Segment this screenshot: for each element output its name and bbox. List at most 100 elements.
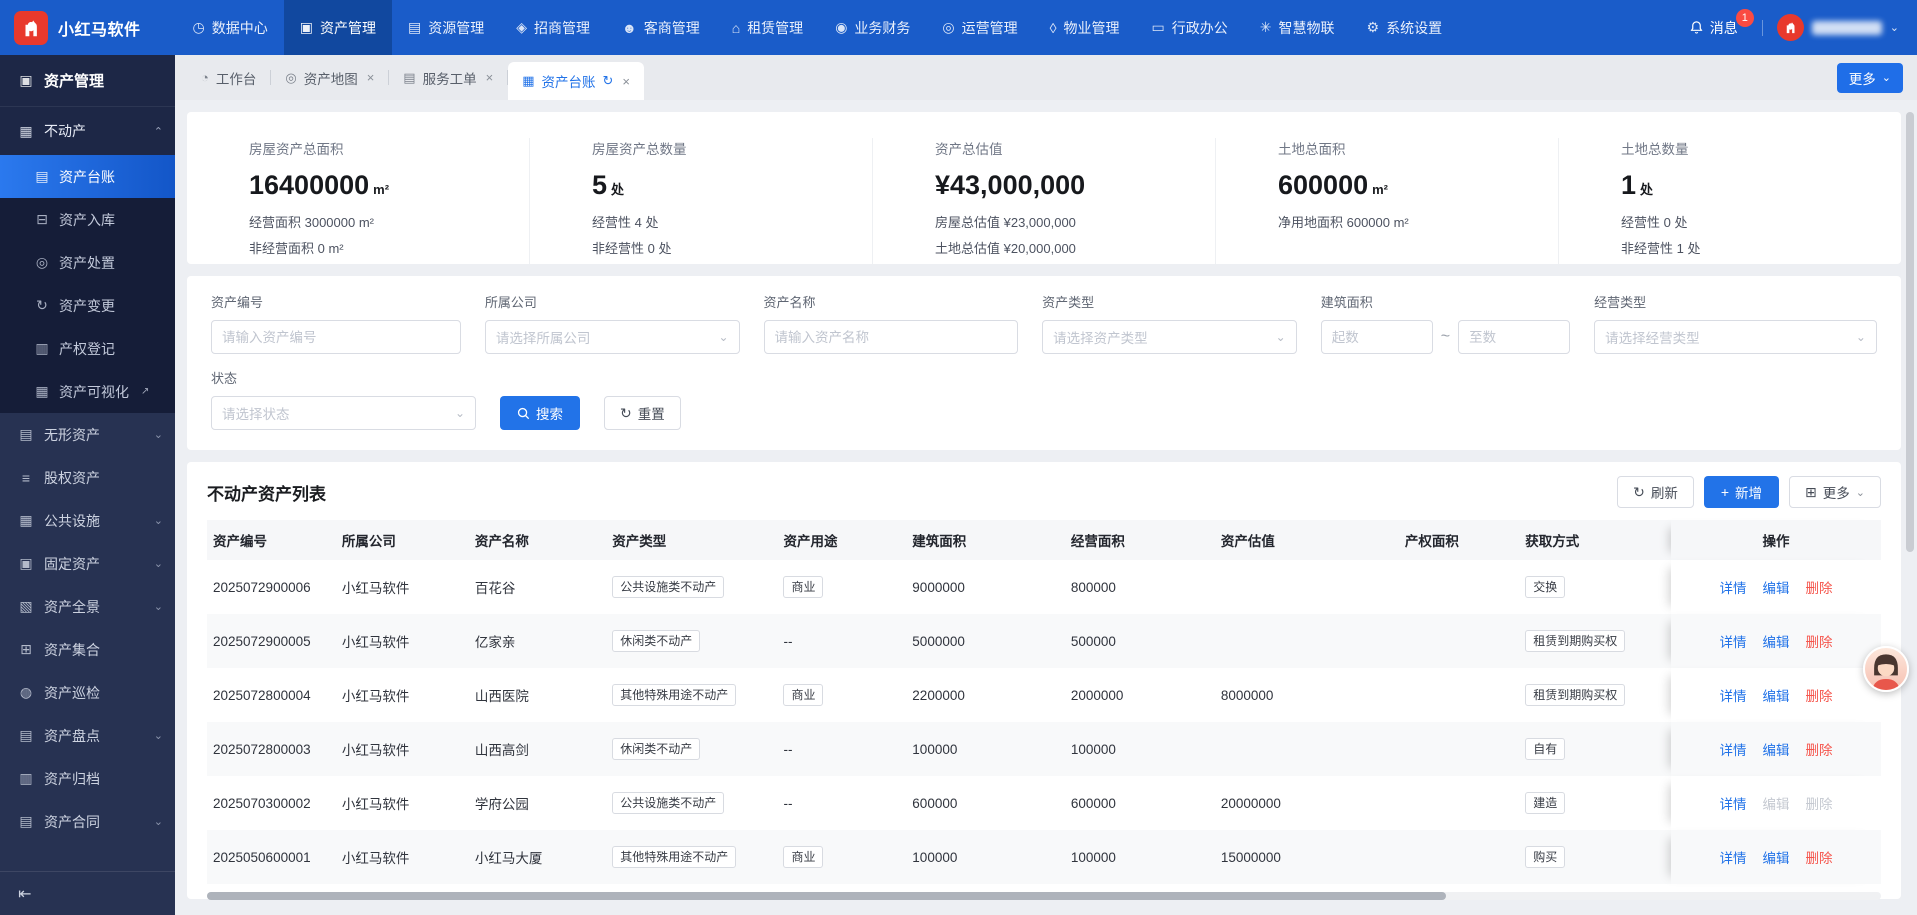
detail-link[interactable]: 详情 xyxy=(1720,847,1747,867)
field-company: 所属公司 请选择所属公司⌄ xyxy=(485,292,740,354)
nav-item-asset-mgmt[interactable]: ▣资产管理 xyxy=(284,0,392,55)
detail-link[interactable]: 详情 xyxy=(1720,631,1747,651)
detail-link[interactable]: 详情 xyxy=(1720,739,1747,759)
nav-item-operation-mgmt[interactable]: ◎运营管理 xyxy=(926,0,1033,55)
customer-service-avatar[interactable] xyxy=(1863,646,1909,692)
sidebar-item-asset-contract[interactable]: ▤资产合同⌄ xyxy=(0,800,175,843)
nav-item-finance[interactable]: ◉业务财务 xyxy=(819,0,926,55)
tabs-more-button[interactable]: 更多⌄ xyxy=(1837,63,1903,93)
nav-item-resource-mgmt[interactable]: ▤资源管理 xyxy=(392,0,500,55)
cell-operations: 详情编辑删除 xyxy=(1671,560,1881,614)
usage-tag: 商业 xyxy=(783,684,823,706)
nav-item-investment-mgmt[interactable]: ◈招商管理 xyxy=(500,0,606,55)
delete-link-disabled: 删除 xyxy=(1806,793,1833,813)
group-label: 不动产 xyxy=(44,121,86,141)
person-icon: ☻ xyxy=(622,20,637,36)
scrollbar-thumb[interactable] xyxy=(1906,112,1914,552)
messages-button[interactable]: 消息 1 xyxy=(1689,18,1748,38)
refresh-button[interactable]: ↻刷新 xyxy=(1617,476,1694,508)
detail-link[interactable]: 详情 xyxy=(1720,577,1747,597)
cell-valuation: 20000000 xyxy=(1221,796,1405,811)
sidebar-item-fixed-assets[interactable]: ▣固定资产⌄ xyxy=(0,542,175,585)
table-row: 2025072900005 小红马软件 亿家亲 休闲类不动产 -- 500000… xyxy=(207,614,1881,668)
stats-card: 房屋资产总面积 16400000m² 经营面积 3000000 m² 非经营面积… xyxy=(187,112,1901,264)
nav-item-lease-mgmt[interactable]: ⌂租赁管理 xyxy=(716,0,819,55)
close-icon[interactable]: × xyxy=(486,70,494,85)
table-row: 2025072800003 小红马软件 山西高剑 休闲类不动产 -- 10000… xyxy=(207,722,1881,776)
scrollbar-thumb[interactable] xyxy=(207,892,1446,900)
delete-link[interactable]: 删除 xyxy=(1806,577,1833,597)
filter-row-1: 资产编号 所属公司 请选择所属公司⌄ 资产名称 资产类型 xyxy=(211,292,1877,354)
edit-link[interactable]: 编辑 xyxy=(1763,685,1790,705)
sidebar-module-title: ▣ 资产管理 xyxy=(0,55,175,107)
field-build-area-range: 建筑面积 ~ xyxy=(1321,292,1570,354)
nav-item-admin-office[interactable]: ▭行政办公 xyxy=(1136,0,1244,55)
messages-label: 消息 xyxy=(1710,18,1738,38)
more-button[interactable]: ⊞更多⌄ xyxy=(1789,476,1881,508)
detail-link[interactable]: 详情 xyxy=(1720,685,1747,705)
nav-item-system-settings[interactable]: ⚙系统设置 xyxy=(1351,0,1459,55)
tab-workbench[interactable]: ◔工作台 xyxy=(187,55,270,100)
sidebar-item-asset-panorama[interactable]: ▧资产全景⌄ xyxy=(0,585,175,628)
sidebar-item-asset-archive[interactable]: ▥资产归档 xyxy=(0,757,175,800)
tab-service-order[interactable]: ▤服务工单× xyxy=(389,55,507,100)
sidebar-item-public-facilities[interactable]: ▦公共设施⌄ xyxy=(0,499,175,542)
change-doc-icon: ↻ xyxy=(34,297,50,314)
stat-house-total-count: 房屋资产总数量 5处 经营性 4 处 非经营性 0 处 xyxy=(529,138,872,264)
collapse-sidebar-icon[interactable]: ⇤ xyxy=(18,884,31,904)
sidebar-item-property-registration[interactable]: ▥产权登记 xyxy=(0,327,175,370)
sidebar-group-real-estate[interactable]: ▦ 不动产 ⌃ xyxy=(0,107,175,155)
edit-link[interactable]: 编辑 xyxy=(1763,577,1790,597)
cell-op-area: 800000 xyxy=(1071,580,1221,595)
asset-name-input[interactable] xyxy=(764,320,1019,354)
nav-label: 数据中心 xyxy=(212,18,268,38)
refresh-icon[interactable]: ↻ xyxy=(602,73,613,89)
sidebar-item-asset-ledger[interactable]: ▤资产台账 xyxy=(0,155,175,198)
close-icon[interactable]: × xyxy=(367,70,375,85)
edit-link[interactable]: 编辑 xyxy=(1763,739,1790,759)
nav-item-merchant-mgmt[interactable]: ☻客商管理 xyxy=(606,0,716,55)
reset-button[interactable]: ↻ 重置 xyxy=(604,396,681,430)
add-button[interactable]: +新增 xyxy=(1704,476,1779,508)
sidebar-item-equity-assets[interactable]: ≡股权资产 xyxy=(0,456,175,499)
delete-link[interactable]: 删除 xyxy=(1806,631,1833,651)
status-select[interactable]: 请选择状态⌄ xyxy=(211,396,476,430)
asset-type-tag: 休闲类不动产 xyxy=(612,738,700,760)
company-select[interactable]: 请选择所属公司⌄ xyxy=(485,320,740,354)
delete-link[interactable]: 删除 xyxy=(1806,847,1833,867)
stat-unit: m² xyxy=(1372,182,1388,197)
sidebar-item-asset-disposal[interactable]: ◎资产处置 xyxy=(0,241,175,284)
edit-link[interactable]: 编辑 xyxy=(1763,631,1790,651)
edit-link[interactable]: 编辑 xyxy=(1763,847,1790,867)
tab-asset-map[interactable]: ◎资产地图× xyxy=(271,55,388,100)
close-icon[interactable]: × xyxy=(622,74,630,89)
search-button[interactable]: 搜索 xyxy=(500,396,580,430)
stat-label: 土地总数量 xyxy=(1621,138,1901,158)
cell-usage: 商业 xyxy=(783,846,912,868)
delete-link[interactable]: 删除 xyxy=(1806,739,1833,759)
sidebar-item-asset-visualization[interactable]: ▦资产可视化↗ xyxy=(0,370,175,413)
sidebar-item-asset-inventory[interactable]: ▤资产盘点⌄ xyxy=(0,714,175,757)
tab-asset-ledger[interactable]: ▦资产台账↻× xyxy=(508,62,644,100)
submenu-label: 资产变更 xyxy=(59,296,115,316)
navbar-right: 消息 1 ⌄ xyxy=(1689,14,1899,41)
asset-code-input[interactable] xyxy=(211,320,461,354)
reset-button-label: 重置 xyxy=(638,403,665,423)
operation-type-select[interactable]: 请选择经营类型⌄ xyxy=(1594,320,1877,354)
asset-type-select[interactable]: 请选择资产类型⌄ xyxy=(1042,320,1297,354)
sidebar-item-asset-inbound[interactable]: ⊟资产入库 xyxy=(0,198,175,241)
user-menu[interactable]: ⌄ xyxy=(1777,14,1899,41)
area-from-input[interactable] xyxy=(1321,320,1433,354)
cell-operations: 详情编辑删除 xyxy=(1671,722,1881,776)
area-to-input[interactable] xyxy=(1458,320,1570,354)
nav-item-property-mgmt[interactable]: ◊物业管理 xyxy=(1034,0,1136,55)
logo[interactable]: 小红马软件 xyxy=(14,11,141,45)
sidebar-item-asset-change[interactable]: ↻ 资产变更 xyxy=(0,284,175,327)
delete-link[interactable]: 删除 xyxy=(1806,685,1833,705)
sidebar-item-asset-inspection[interactable]: ◍资产巡检 xyxy=(0,671,175,714)
detail-link[interactable]: 详情 xyxy=(1720,793,1747,813)
sidebar-item-asset-collection[interactable]: ⊞资产集合 xyxy=(0,628,175,671)
sidebar-item-intangible-assets[interactable]: ▤无形资产⌄ xyxy=(0,413,175,456)
nav-item-data-center[interactable]: ◷数据中心 xyxy=(177,0,284,55)
nav-item-iot[interactable]: ✳智慧物联 xyxy=(1244,0,1351,55)
